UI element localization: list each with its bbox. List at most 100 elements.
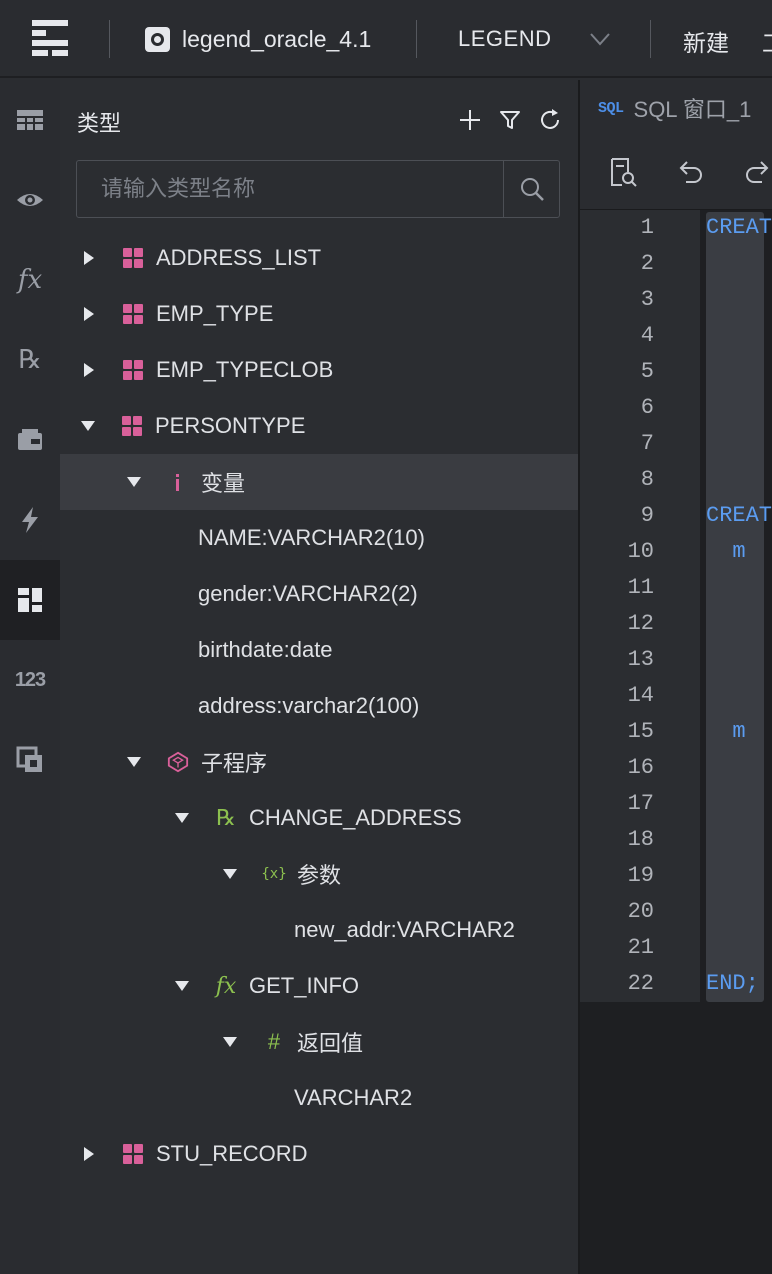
tree-node-emp-type[interactable]: EMP_TYPE (60, 286, 578, 342)
collapse-arrow-icon[interactable] (81, 421, 95, 431)
tree-leaf-variable[interactable]: address:varchar2(100) (60, 678, 578, 734)
search-input[interactable] (77, 161, 503, 217)
line-number: 1 (640, 215, 654, 240)
toolbar-item-cut-off[interactable]: 工 (762, 24, 772, 58)
expand-arrow-icon[interactable] (84, 363, 94, 377)
tree-node-change-address[interactable]: ℞ CHANGE_ADDRESS (60, 790, 578, 846)
search-button[interactable] (503, 161, 559, 217)
rail-procedures[interactable]: ℞ (0, 320, 60, 400)
tree-leaf-variable[interactable]: NAME:VARCHAR2(10) (60, 510, 578, 566)
code-line: END; (706, 971, 759, 996)
line-number: 21 (627, 935, 654, 960)
tree-node-label: PERSONTYPE (155, 413, 306, 438)
type-tree: ADDRESS_LIST EMP_TYPE EMP_TYPECLOB PERSO… (60, 230, 578, 1182)
tree-node-label: 返回值 (297, 1031, 364, 1056)
type-icon (18, 588, 42, 612)
new-button[interactable]: 新建 (683, 24, 729, 58)
variable-info-icon (167, 471, 189, 493)
tree-node-get-info[interactable]: fx GET_INFO (60, 958, 578, 1014)
editor-tab-bar: SQL SQL 窗口_1 (580, 80, 772, 136)
tree-node-label: gender:VARCHAR2(2) (198, 581, 418, 606)
line-number: 13 (627, 647, 654, 672)
rail-views[interactable] (0, 160, 60, 240)
procedure-icon: ℞ (216, 805, 236, 831)
tree-node-persontype[interactable]: PERSONTYPE (60, 398, 578, 454)
line-number: 17 (627, 791, 654, 816)
tree-node-label: STU_RECORD (156, 1141, 308, 1166)
tree-node-label: address:varchar2(100) (198, 693, 420, 718)
line-number: 15 (627, 719, 654, 744)
schema-selector[interactable]: LEGEND (458, 26, 551, 52)
tree-node-variables[interactable]: 变量 (60, 454, 578, 510)
redo-icon[interactable] (742, 156, 772, 188)
hash-icon: # (267, 1029, 281, 1054)
collapse-arrow-icon[interactable] (175, 813, 189, 823)
tree-leaf-variable[interactable]: birthdate:date (60, 622, 578, 678)
tree-node-parameters[interactable]: {x} 参数 (60, 846, 578, 902)
tree-node-return-value[interactable]: # 返回值 (60, 1014, 578, 1070)
line-number: 19 (627, 863, 654, 888)
tree-leaf-parameter[interactable]: new_addr:VARCHAR2 (60, 902, 578, 958)
code-lines[interactable]: CREAT CREAT m m END; (706, 210, 772, 1002)
tree-leaf-variable[interactable]: gender:VARCHAR2(2) (60, 566, 578, 622)
type-icon (122, 1143, 144, 1165)
tree-node-label: 子程序 (201, 751, 268, 776)
expand-arrow-icon[interactable] (84, 307, 94, 321)
add-icon[interactable] (456, 106, 484, 134)
function-icon: fx (17, 265, 43, 295)
search-icon (520, 178, 544, 201)
collapse-arrow-icon[interactable] (127, 477, 141, 487)
app-logo-icon[interactable] (30, 18, 72, 60)
panel-toolbar (456, 106, 564, 134)
database-icon (145, 26, 170, 52)
object-type-rail: fx ℞ 123 (0, 80, 60, 1274)
rail-types[interactable] (0, 560, 60, 640)
format-search-icon[interactable] (606, 156, 638, 188)
tree-node-subprograms[interactable]: 子程序 (60, 734, 578, 790)
collapse-arrow-icon[interactable] (223, 869, 237, 879)
sql-editor-pane: SQL SQL 窗口_1 1 2 3 4 5 6 7 8 9 10 11 12 13 14 15 16 17 18… (578, 80, 772, 1274)
expand-arrow-icon[interactable] (84, 251, 94, 265)
undo-icon[interactable] (674, 156, 706, 188)
top-bar: legend_oracle_4.1 LEGEND 新建 工 (0, 0, 772, 78)
collapse-arrow-icon[interactable] (175, 981, 189, 991)
rail-functions[interactable]: fx (0, 240, 60, 320)
line-number: 20 (627, 899, 654, 924)
rail-triggers[interactable] (0, 480, 60, 560)
function-icon: fx (215, 973, 237, 999)
collapse-arrow-icon[interactable] (223, 1037, 237, 1047)
type-search (76, 160, 560, 218)
line-number: 4 (640, 323, 654, 348)
tree-node-address-list[interactable]: ADDRESS_LIST (60, 230, 578, 286)
tab-sql-window-1[interactable]: SQL SQL 窗口_1 (580, 80, 772, 136)
rail-sequences[interactable]: 123 (0, 640, 60, 720)
code-line: CREAT (706, 503, 772, 528)
tree-node-label: ADDRESS_LIST (156, 245, 322, 270)
collapse-arrow-icon[interactable] (127, 757, 141, 767)
expand-arrow-icon[interactable] (84, 1147, 94, 1161)
line-number: 22 (627, 971, 654, 996)
tree-node-emp-typeclob[interactable]: EMP_TYPECLOB (60, 342, 578, 398)
connection-selector[interactable]: legend_oracle_4.1 (145, 24, 371, 54)
rail-synonyms[interactable] (0, 720, 60, 800)
tree-leaf-return-type[interactable]: VARCHAR2 (60, 1070, 578, 1126)
eye-icon (17, 194, 43, 206)
refresh-icon[interactable] (536, 106, 564, 134)
code-line: m (706, 539, 746, 564)
subprogram-cube-icon (167, 751, 189, 773)
filter-icon[interactable] (496, 106, 524, 134)
tree-node-stu-record[interactable]: STU_RECORD (60, 1126, 578, 1182)
type-icon (122, 303, 144, 325)
rail-tables[interactable] (0, 80, 60, 160)
chevron-down-icon[interactable] (588, 28, 612, 50)
rail-packages[interactable] (0, 400, 60, 480)
line-number: 8 (640, 467, 654, 492)
type-browser-panel: 类型 ADDRESS_LIST EMP_TYPE (60, 80, 578, 1274)
